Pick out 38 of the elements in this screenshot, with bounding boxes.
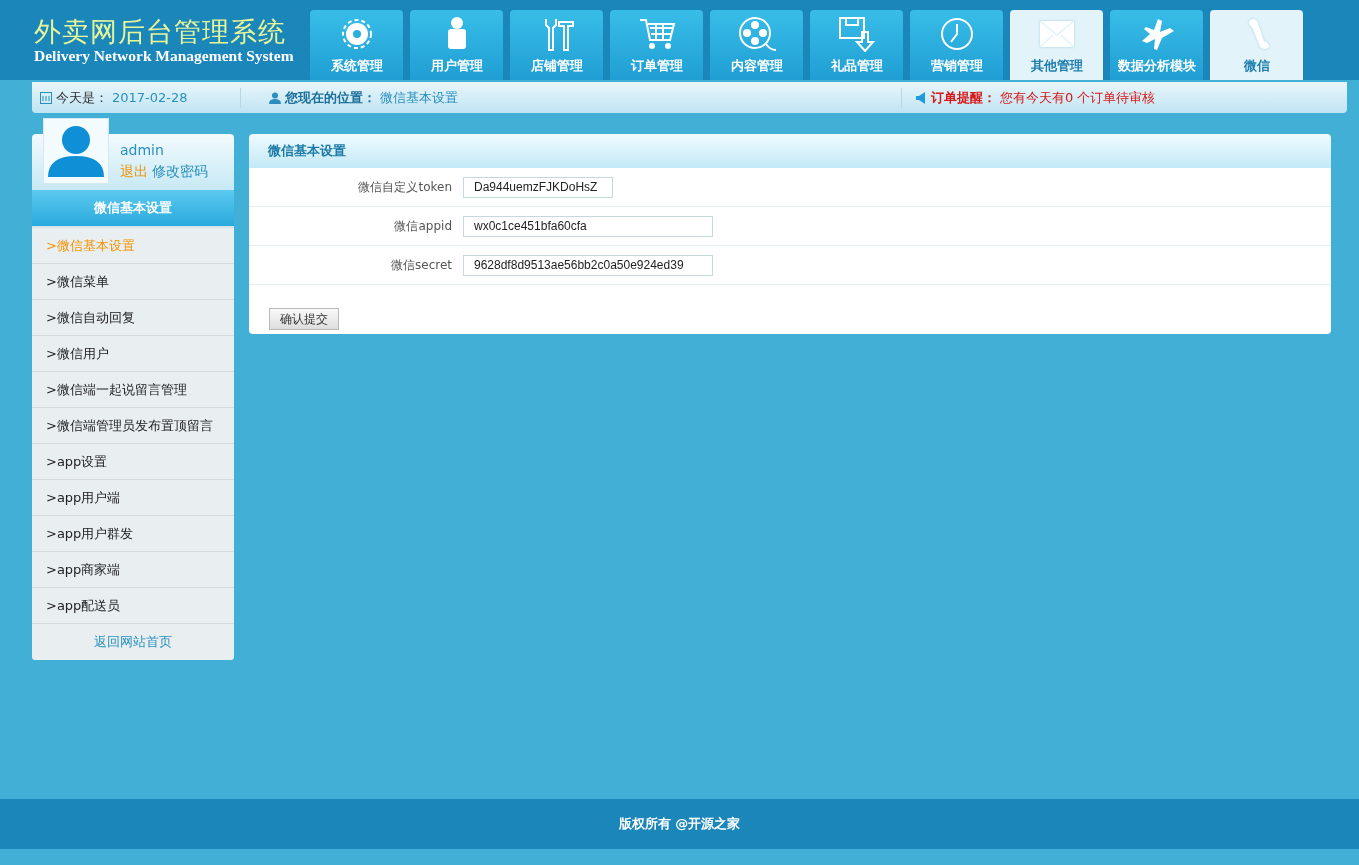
field-label: 微信appid [393, 218, 452, 235]
date-label: 今天是： [56, 88, 108, 107]
sidebar-item[interactable]: >app设置 [32, 444, 234, 480]
sidebar-section-title: 微信基本设置 [32, 190, 234, 226]
speaker-icon [916, 91, 927, 104]
nav-tab[interactable]: 微信 [1210, 10, 1303, 80]
sidebar-item[interactable]: >app用户端 [32, 480, 234, 516]
submit-button[interactable]: 确认提交 [269, 308, 339, 330]
sidebar-item[interactable]: >app商家端 [32, 552, 234, 588]
location-value: 微信基本设置 [380, 88, 458, 107]
location-label: 您现在的位置： [285, 88, 376, 107]
text-field[interactable]: 9628df8d9513ae56bb2c0a50e924ed39 [463, 254, 713, 276]
calendar-icon [40, 91, 52, 104]
panel-title: 微信基本设置 [249, 134, 1331, 168]
text-field[interactable]: wx0c1ce451bfa60cfa [463, 215, 713, 237]
avatar [43, 118, 109, 184]
floppy-download-icon [837, 16, 876, 52]
film-reel-icon [737, 16, 776, 52]
alert-label: 订单提醒： [931, 88, 996, 107]
alert-text: 您有今天有0 个订单待审核 [1000, 88, 1156, 107]
sidebar-item[interactable]: >app配送员 [32, 588, 234, 624]
nav-tab[interactable]: 其他管理 [1010, 10, 1103, 80]
sidebar-item[interactable]: >app用户群发 [32, 516, 234, 552]
logo-title: 外卖网后台管理系统 [34, 16, 287, 48]
logo-subtitle: Delivery Network Management System [34, 48, 295, 64]
sidebar-item[interactable]: >微信端一起说留言管理 [32, 372, 234, 408]
shopping-cart-icon [637, 16, 676, 52]
date-value: 2017-02-28 [112, 88, 188, 107]
sidebar-item[interactable]: >微信用户 [32, 336, 234, 372]
sidebar-item[interactable]: >微信菜单 [32, 264, 234, 300]
user-icon [269, 91, 281, 104]
sidebar-item[interactable]: >微信端管理员发布置顶留言 [32, 408, 234, 444]
field-label: 微信自定义token [357, 179, 452, 196]
text-field[interactable]: Da944uemzFJKDoHsZ [463, 176, 613, 198]
username: admin [120, 141, 165, 160]
footer: 版权所有 @开源之家 [0, 799, 1359, 849]
field-label: 微信secret [390, 257, 452, 274]
sidebar-item[interactable]: >微信自动回复 [32, 300, 234, 336]
